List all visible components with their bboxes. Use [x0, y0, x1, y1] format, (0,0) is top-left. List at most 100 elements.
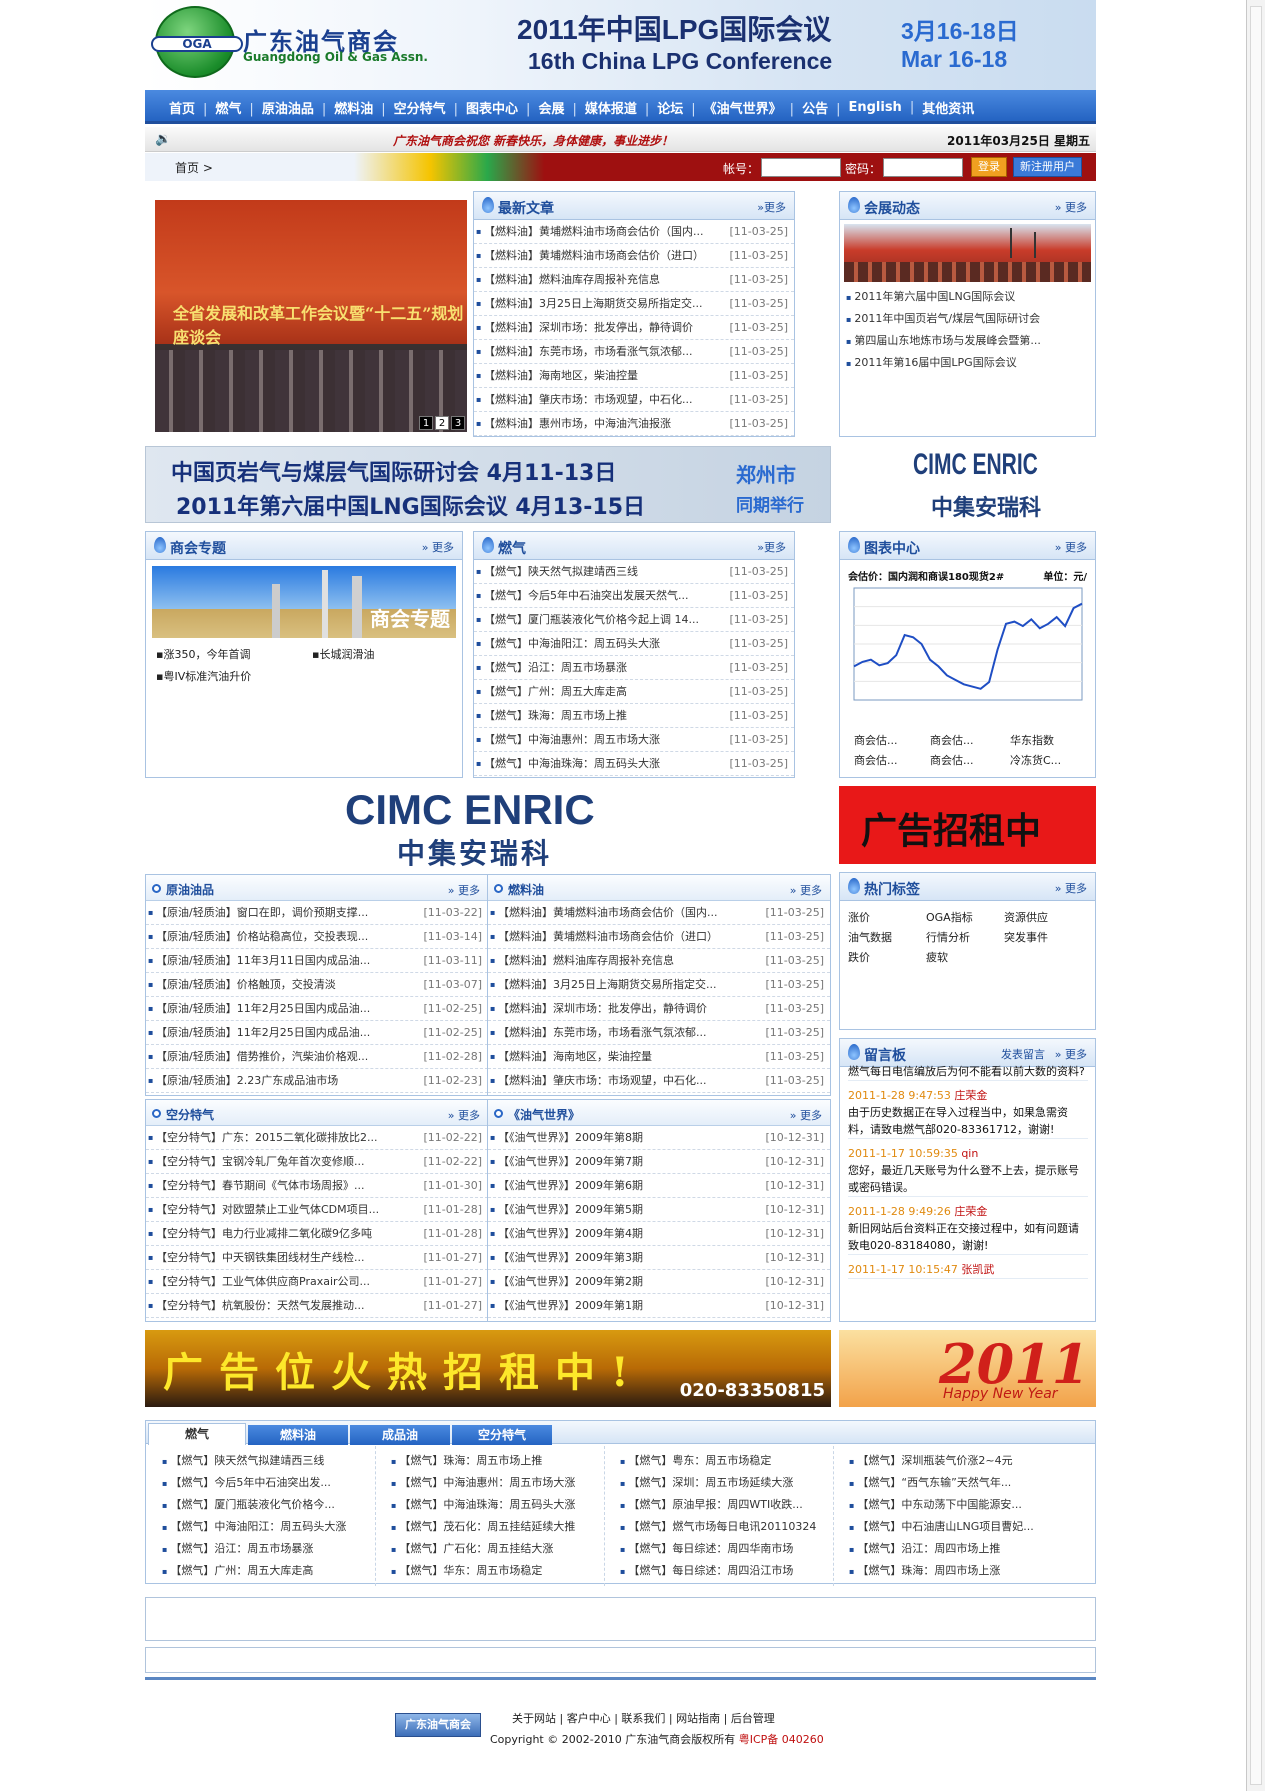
tab-item[interactable]: 【燃气】“西气东输”天然气年...: [849, 1472, 1057, 1494]
list-item[interactable]: 【燃料油】海南地区，柴油控量 [11-03-25]: [488, 1045, 830, 1069]
tab-gas[interactable]: 燃气: [148, 1423, 246, 1445]
list-item[interactable]: 【《油气世界》】2009年第4期 [10-12-31]: [488, 1222, 830, 1246]
article-title[interactable]: 【燃料油】肇庆市场：市场观望，中石化...: [498, 1069, 707, 1092]
list-item[interactable]: 【燃料油】深圳市场：批发停出，静待调价 [11-03-25]: [488, 997, 830, 1021]
more-link[interactable]: » 更多: [448, 882, 480, 898]
list-item[interactable]: 【燃气】广州：周五大库走高 [11-03-25]: [474, 680, 794, 704]
list-item[interactable]: 【燃气】中海油珠海：周五码头大涨 [11-03-25]: [474, 752, 794, 776]
article-title[interactable]: 【原油/轻质油】借势推价，汽柴油价格观...: [156, 1045, 368, 1068]
entry-author[interactable]: 庄荣金: [954, 1205, 987, 1218]
article-title[interactable]: 【燃料油】黄埔燃料油市场商会估价（进口）: [498, 925, 718, 948]
tab-item[interactable]: 【燃气】珠海：周四市场上涨: [849, 1560, 1057, 1582]
new-year-ad[interactable]: 2011 Happy New Year: [839, 1330, 1096, 1407]
tag[interactable]: 涨价: [848, 909, 870, 925]
article-title[interactable]: 【燃气】中海油阳江：周五码头大涨: [484, 632, 660, 655]
list-item[interactable]: 【燃气】今后5年中石油突出发展天然气... [11-03-25]: [474, 584, 794, 608]
article-title[interactable]: 【空分特气】对欧盟禁止工业气体CDM项目...: [156, 1198, 379, 1221]
tab-item[interactable]: 【燃气】中东动荡下中国能源安...: [849, 1494, 1057, 1516]
nav-item[interactable]: 公告 |: [802, 98, 848, 117]
nav-item[interactable]: 燃气 |: [215, 98, 261, 117]
tag[interactable]: 行情分析: [926, 929, 970, 945]
article-title[interactable]: 【燃气】厦门瓶装液化气价格今起上调 14...: [484, 608, 699, 631]
slideshow-photo[interactable]: 全省发展和改革工作会议暨“十二五”规划座谈会 1 2 3: [155, 200, 467, 432]
list-item[interactable]: 【空分特气】工业气体供应商Praxair公司... [11-01-27]: [146, 1270, 488, 1294]
icp-link[interactable]: 粤ICP备 040260: [739, 1733, 824, 1746]
article-title[interactable]: 【《油气世界》】2009年第8期: [498, 1126, 643, 1149]
nav-item[interactable]: 媒体报道 |: [585, 98, 657, 117]
list-item[interactable]: 【燃料油】深圳市场：批发停出，静待调价 [11-03-25]: [474, 316, 794, 340]
list-item[interactable]: 【燃料油】3月25日上海期货交易所指定交... [11-03-25]: [474, 292, 794, 316]
article-title[interactable]: 【燃料油】深圳市场：批发停出，静待调价: [498, 997, 707, 1020]
chart-link[interactable]: 商会估...: [930, 732, 974, 748]
expo-item[interactable]: 第四届山东地炼市场与发展峰会暨第...: [846, 330, 1089, 352]
oga-logo[interactable]: OGA: [151, 6, 243, 78]
slide-page[interactable]: 2: [435, 416, 449, 430]
article-title[interactable]: 【空分特气】宝钢冷轧厂兔年首次变修顺...: [156, 1150, 365, 1173]
list-item[interactable]: 【燃气】珠海：周五市场上推 [11-03-25]: [474, 704, 794, 728]
list-item[interactable]: 【燃料油】东莞市场，市场看涨气氛浓郁... [11-03-25]: [488, 1021, 830, 1045]
list-item[interactable]: 【燃料油】燃料油库存周报补充信息 [11-03-25]: [488, 949, 830, 973]
article-title[interactable]: 【燃料油】东莞市场，市场看涨气氛浓郁...: [484, 340, 693, 363]
article-title[interactable]: 【《油气世界》】2009年第4期: [498, 1222, 643, 1245]
article-title[interactable]: 【《油气世界》】2009年第5期: [498, 1198, 643, 1221]
more-link[interactable]: » 更多: [790, 1107, 822, 1123]
tag[interactable]: 突发事件: [1004, 929, 1048, 945]
article-title[interactable]: 【燃料油】惠州市场，中海油汽油报涨: [484, 412, 671, 435]
nav-item[interactable]: 其他资讯: [922, 98, 974, 117]
list-item[interactable]: 【燃气】厦门瓶装液化气价格今起上调 14... [11-03-25]: [474, 608, 794, 632]
tab-item[interactable]: 【燃气】珠海：周五市场上推: [391, 1450, 598, 1472]
more-link[interactable]: » 更多: [1055, 539, 1087, 555]
article-title[interactable]: 【空分特气】电力行业减排二氧化碳9亿多吨: [156, 1222, 372, 1245]
list-item[interactable]: 【空分特气】对欧盟禁止工业气体CDM项目... [11-01-28]: [146, 1198, 488, 1222]
list-item[interactable]: 【空分特气】宝钢冷轧厂兔年首次变修顺... [11-02-22]: [146, 1150, 488, 1174]
article-title[interactable]: 【《油气世界》】2009年第6期: [498, 1174, 643, 1197]
nav-item[interactable]: 图表中心 |: [466, 98, 538, 117]
list-item[interactable]: 【空分特气】电力行业减排二氧化碳9亿多吨 [11-01-28]: [146, 1222, 488, 1246]
chart-link[interactable]: 商会估...: [854, 732, 898, 748]
list-item[interactable]: 【燃料油】海南地区，柴油控量 [11-03-25]: [474, 364, 794, 388]
list-item[interactable]: 【空分特气】中天钢铁集团线材生产线检... [11-01-27]: [146, 1246, 488, 1270]
list-item[interactable]: 【原油/轻质油】11年2月25日国内成品油... [11-02-25]: [146, 1021, 488, 1045]
entry-author[interactable]: 庄荣金: [954, 1089, 987, 1102]
list-item[interactable]: 【《油气世界》】2009年第3期 [10-12-31]: [488, 1246, 830, 1270]
more-link[interactable]: » 更多: [422, 539, 454, 555]
article-title[interactable]: 【原油/轻质油】价格站稳高位，交投表现...: [156, 925, 368, 948]
tab-item[interactable]: 【燃气】燃气市场每日电讯20110324: [620, 1516, 827, 1538]
tab-item[interactable]: 【燃气】深圳：周五市场延续大涨: [620, 1472, 827, 1494]
article-title[interactable]: 【空分特气】工业气体供应商Praxair公司...: [156, 1270, 370, 1293]
tab-item[interactable]: 【燃气】厦门瓶装液化气价格今...: [162, 1494, 369, 1516]
breadcrumb[interactable]: 首页 >: [175, 159, 213, 176]
article-title[interactable]: 【《油气世界》】2009年第3期: [498, 1246, 643, 1269]
article-title[interactable]: 【空分特气】春节期间《气体市场周报》...: [156, 1174, 365, 1197]
article-title[interactable]: 【《油气世界》】2009年第1期: [498, 1294, 643, 1317]
nav-item[interactable]: English |: [848, 100, 922, 115]
article-title[interactable]: 【燃料油】肇庆市场：市场观望，中石化...: [484, 388, 693, 411]
expo-image[interactable]: [844, 224, 1091, 282]
footer-link[interactable]: 网站指南: [676, 1712, 720, 1725]
tab-item[interactable]: 【燃气】广石化：周五挂结大涨: [391, 1538, 598, 1560]
tab-item[interactable]: 【燃气】深圳瓶装气价涨2~4元: [849, 1450, 1057, 1472]
topic-image[interactable]: 商会专题: [152, 566, 456, 638]
article-title[interactable]: 【燃料油】深圳市场：批发停出，静待调价: [484, 316, 693, 339]
nav-item[interactable]: 会展 |: [538, 98, 584, 117]
chart-link[interactable]: 华东指数: [1010, 732, 1054, 748]
vertical-scrollbar[interactable]: [1246, 0, 1265, 1791]
tag[interactable]: 油气数据: [848, 929, 892, 945]
nav-item[interactable]: 《油气世界》 |: [704, 98, 802, 117]
list-item[interactable]: 【空分特气】春节期间《气体市场周报》... [11-01-30]: [146, 1174, 488, 1198]
tab-item[interactable]: 【燃气】今后5年中石油突出发...: [162, 1472, 369, 1494]
tag[interactable]: 疲软: [926, 949, 948, 965]
list-item[interactable]: 【原油/轻质油】11年2月25日国内成品油... [11-02-25]: [146, 997, 488, 1021]
list-item[interactable]: 【原油/轻质油】价格触顶，交投清淡 [11-03-07]: [146, 973, 488, 997]
tab-item[interactable]: 【燃气】沿江：周四市场上推: [849, 1538, 1057, 1560]
tab-air-gas[interactable]: 空分特气: [452, 1425, 552, 1445]
footer-link[interactable]: 客户中心: [567, 1712, 611, 1725]
topic-item[interactable]: ▪长城润滑油: [312, 646, 374, 662]
entry-author[interactable]: 张凯武: [961, 1263, 994, 1276]
chart-link[interactable]: 冷冻货C...: [1010, 752, 1061, 768]
tag[interactable]: OGA指标: [926, 909, 973, 925]
tag[interactable]: 资源供应: [1004, 909, 1048, 925]
article-title[interactable]: 【空分特气】杭氧股份：天然气发展推动...: [156, 1294, 365, 1317]
chart-link[interactable]: 商会估...: [930, 752, 974, 768]
more-link[interactable]: » 更多: [1055, 199, 1087, 215]
